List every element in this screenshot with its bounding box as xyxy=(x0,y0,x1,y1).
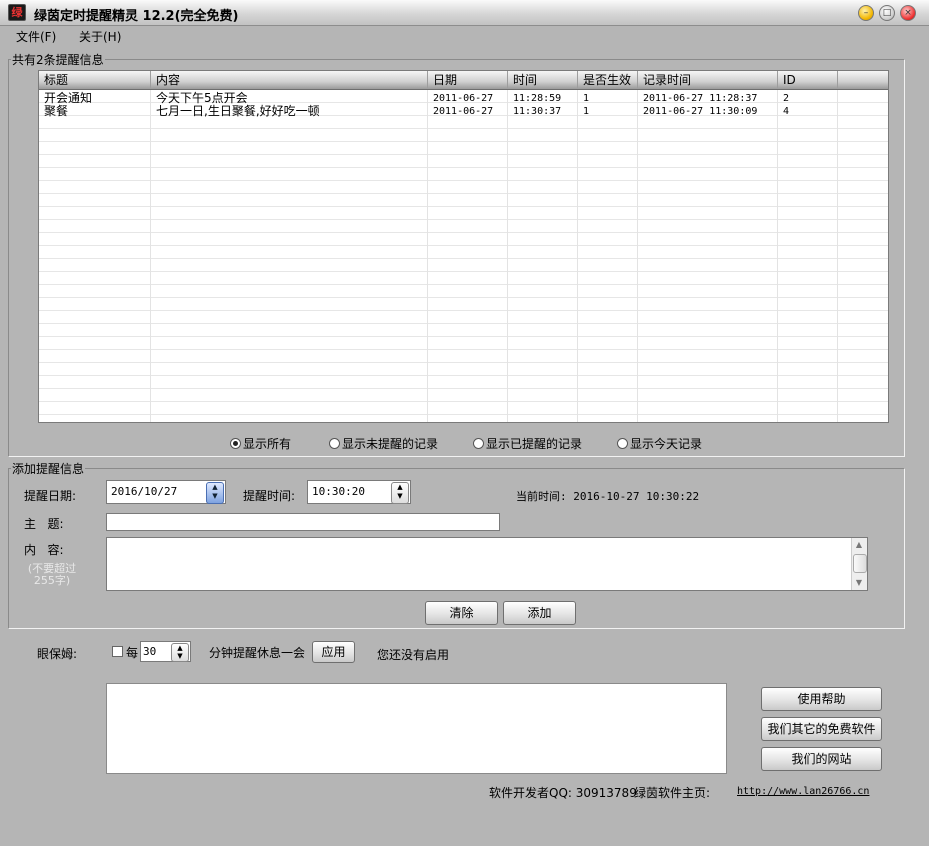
apply-button[interactable]: 应用 xyxy=(312,641,355,663)
radio-show-today[interactable]: 显示今天记录 xyxy=(617,435,702,451)
table-row[interactable]: 聚餐 七月一日,生日聚餐,好好吃一顿 2011-06-27 11:30:37 1… xyxy=(39,105,888,118)
radio-label: 显示所有 xyxy=(243,436,292,451)
column-header-time[interactable]: 时间 xyxy=(508,71,578,89)
every-label: 每 xyxy=(126,646,139,660)
help-button[interactable]: 使用帮助 xyxy=(761,687,882,711)
radio-dot xyxy=(473,437,484,449)
close-icon: × xyxy=(904,8,912,18)
homepage-label: 绿茵软件主页: xyxy=(634,786,711,800)
column-divider xyxy=(637,90,638,422)
time-picker[interactable]: 10:30:20 ▲ ▼ xyxy=(307,480,411,504)
column-divider xyxy=(577,90,578,422)
radio-label: 显示今天记录 xyxy=(630,436,703,451)
minutes-spin-icon[interactable]: ▲ ▼ xyxy=(171,643,189,662)
eye-care-status: 您还没有启用 xyxy=(377,648,450,662)
minutes-value: 30 xyxy=(143,645,157,658)
reminder-table[interactable]: 标题 内容 日期 时间 是否生效 记录时间 ID 开会通知 今天下午5点开会 2… xyxy=(38,70,889,423)
column-header-id[interactable]: ID xyxy=(778,71,838,89)
content-textarea[interactable]: ▲ ▼ xyxy=(106,537,868,591)
radio-label: 显示已提醒的记录 xyxy=(486,436,583,451)
column-header-date[interactable]: 日期 xyxy=(428,71,508,89)
column-header-active[interactable]: 是否生效 xyxy=(578,71,638,89)
cell-active: 1 xyxy=(583,93,590,104)
radio-show-done[interactable]: 显示已提醒的记录 xyxy=(473,435,582,451)
subject-label: 主 题: xyxy=(24,517,64,531)
add-group-label: 添加提醒信息 xyxy=(11,460,86,477)
content-label: 内 容: xyxy=(24,543,64,557)
window-title: 绿茵定时提醒精灵 12.2(完全免费) xyxy=(34,9,239,24)
time-value: 10:30:20 xyxy=(312,485,365,498)
cell-date: 2011-06-27 xyxy=(433,106,494,117)
date-picker[interactable]: 2016/10/27 ▲ ▼ xyxy=(106,480,226,504)
developer-qq: 软件开发者QQ: 30913789 xyxy=(489,786,637,800)
content-scrollbar[interactable]: ▲ ▼ xyxy=(851,538,867,590)
maximize-icon: □ xyxy=(882,8,892,18)
close-button[interactable]: × xyxy=(900,5,916,21)
list-group-label: 共有2条提醒信息 xyxy=(11,51,105,68)
app-icon[interactable]: 绿 xyxy=(8,4,26,21)
eye-care-checkbox[interactable] xyxy=(112,646,123,657)
other-software-button[interactable]: 我们其它的免费软件 xyxy=(761,717,882,741)
info-panel xyxy=(106,683,727,774)
clear-button[interactable]: 清除 xyxy=(425,601,498,625)
cell-active: 1 xyxy=(583,106,590,117)
add-button[interactable]: 添加 xyxy=(503,601,576,625)
column-divider xyxy=(777,90,778,422)
cell-record-time: 2011-06-27 11:28:37 xyxy=(643,93,758,104)
column-divider xyxy=(507,90,508,422)
column-header-record-time[interactable]: 记录时间 xyxy=(638,71,778,89)
menu-file[interactable]: 文件(F) xyxy=(16,28,56,45)
time-label: 提醒时间: xyxy=(243,489,296,503)
content-hint: (不要超过255字) xyxy=(27,562,77,587)
menu-about[interactable]: 关于(H) xyxy=(79,28,121,45)
radio-dot xyxy=(329,437,340,449)
column-divider xyxy=(837,90,838,422)
time-spin-icon[interactable]: ▲ ▼ xyxy=(391,482,409,504)
scroll-down-icon[interactable]: ▼ xyxy=(852,576,866,590)
eye-care-label: 眼保姆: xyxy=(37,647,78,661)
subject-input[interactable] xyxy=(106,513,500,531)
date-label: 提醒日期: xyxy=(24,489,77,503)
cell-record-time: 2011-06-27 11:30:09 xyxy=(643,106,758,117)
cell-title: 聚餐 xyxy=(44,104,69,118)
table-body xyxy=(39,90,888,422)
minimize-icon: – xyxy=(863,8,869,18)
cell-id: 4 xyxy=(783,106,790,117)
radio-label: 显示未提醒的记录 xyxy=(342,436,439,451)
date-spin-icon[interactable]: ▲ ▼ xyxy=(206,482,224,504)
website-button[interactable]: 我们的网站 xyxy=(761,747,882,771)
radio-show-pending[interactable]: 显示未提醒的记录 xyxy=(329,435,438,451)
cell-time: 11:30:37 xyxy=(513,106,562,117)
cell-date: 2011-06-27 xyxy=(433,93,494,104)
column-divider xyxy=(150,90,151,422)
current-time: 当前时间: 2016-10-27 10:30:22 xyxy=(516,490,700,503)
homepage-link[interactable]: http://www.lan26766.cn xyxy=(737,786,869,797)
column-header-content[interactable]: 内容 xyxy=(151,71,428,89)
column-header-title[interactable]: 标题 xyxy=(39,71,151,89)
radio-dot xyxy=(230,437,241,449)
minutes-input[interactable]: 30 ▲ ▼ xyxy=(140,641,191,662)
minutes-suffix: 分钟提醒休息一会 xyxy=(209,646,306,660)
radio-show-all[interactable]: 显示所有 xyxy=(230,435,291,451)
maximize-button[interactable]: □ xyxy=(879,5,895,21)
column-divider xyxy=(427,90,428,422)
scroll-thumb[interactable] xyxy=(853,554,867,573)
radio-dot xyxy=(617,437,628,449)
minimize-button[interactable]: – xyxy=(858,5,874,21)
cell-time: 11:28:59 xyxy=(513,93,562,104)
cell-content: 七月一日,生日聚餐,好好吃一顿 xyxy=(156,104,320,118)
table-header: 标题 内容 日期 时间 是否生效 记录时间 ID xyxy=(39,71,888,90)
cell-id: 2 xyxy=(783,93,790,104)
date-value: 2016/10/27 xyxy=(111,485,178,498)
scroll-up-icon[interactable]: ▲ xyxy=(852,538,866,552)
